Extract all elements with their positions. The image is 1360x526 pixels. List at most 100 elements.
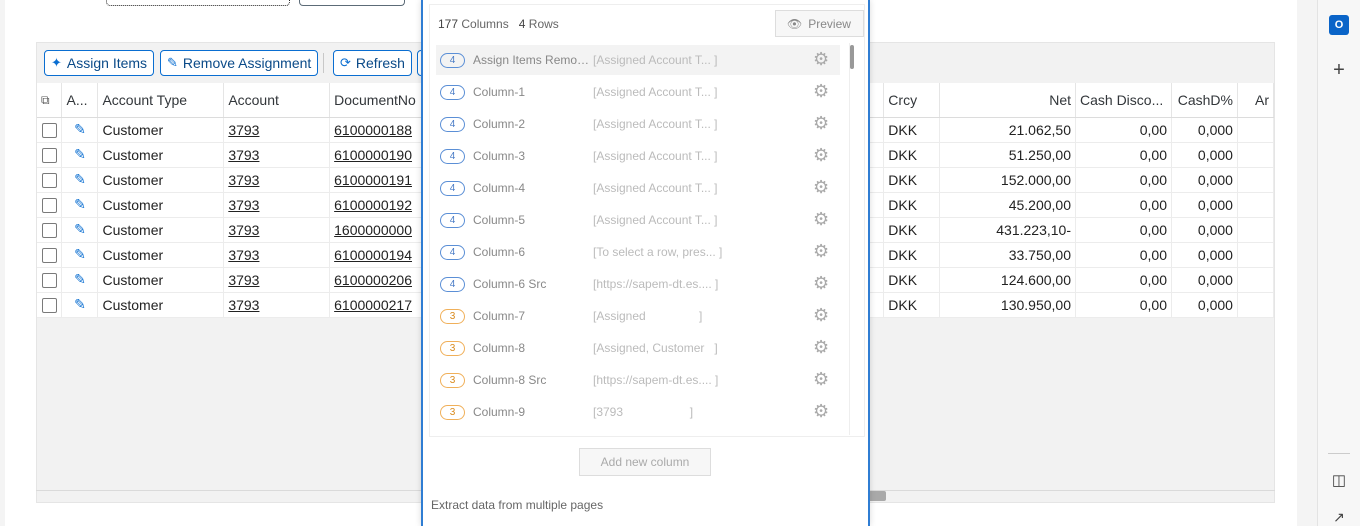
extract-multiple-pages-link[interactable]: Extract data from multiple pages <box>431 498 603 512</box>
add-new-column-button[interactable]: Add new column <box>579 448 711 476</box>
column-name[interactable]: Column-3 <box>473 149 591 163</box>
net-amount-cell: 33.750,00 <box>939 242 1076 268</box>
currency-cell: DKK <box>883 142 941 168</box>
outlook-icon[interactable]: O <box>1329 15 1349 35</box>
account-link-text[interactable]: 3793 <box>228 197 259 213</box>
row-checkbox[interactable] <box>41 297 57 313</box>
column-list-item[interactable]: 3 Column-7 [Assigned ] ⚙ <box>436 301 840 331</box>
gear-icon[interactable]: ⚙ <box>813 145 829 166</box>
header-account-type[interactable]: Account Type <box>97 83 225 118</box>
refresh-button[interactable]: ⟳ Refresh <box>333 50 412 76</box>
document-number-link-text[interactable]: 1600000000 <box>334 222 412 238</box>
column-list-item[interactable]: 4 Column-1 [Assigned Account T... ] ⚙ <box>436 77 840 107</box>
account-link-text[interactable]: 3793 <box>228 147 259 163</box>
account-link-text[interactable]: 3793 <box>228 272 259 288</box>
gear-icon[interactable]: ⚙ <box>813 273 829 294</box>
edit-pencil-icon[interactable]: ✎ <box>74 171 86 187</box>
column-list-item[interactable]: 4 Column-2 [Assigned Account T... ] ⚙ <box>436 109 840 139</box>
panel-toggle-icon[interactable]: ◫ <box>1328 469 1350 491</box>
gear-icon[interactable]: ⚙ <box>813 369 829 390</box>
column-list-item[interactable]: 4 Column-6 [To select a row, pres... ] ⚙ <box>436 237 840 267</box>
row-checkbox[interactable] <box>41 197 57 213</box>
header-ar[interactable]: Ar <box>1237 83 1274 118</box>
header-cashd-pct[interactable]: CashD% <box>1171 83 1238 118</box>
column-list-item[interactable]: 4 Column-6 Src [https://sapem-dt.es.... ] ⚙ <box>436 269 840 299</box>
column-list-item[interactable]: 3 Column-8 Src [https://sapem-dt.es.... ] ⚙ <box>436 365 840 395</box>
column-name[interactable]: Column-6 <box>473 245 591 259</box>
edit-pencil-icon[interactable]: ✎ <box>74 271 86 287</box>
gear-icon[interactable]: ⚙ <box>813 305 829 326</box>
document-number-link-text[interactable]: 6100000191 <box>334 172 412 188</box>
column-list-item[interactable]: 3 Column-9 [3793 ] ⚙ <box>436 397 840 427</box>
column-name[interactable]: Column-5 <box>473 213 591 227</box>
column-name[interactable]: Column-7 <box>473 309 591 323</box>
column-list-item[interactable]: 4 Column-5 [Assigned Account T... ] ⚙ <box>436 205 840 235</box>
row-checkbox[interactable] <box>41 122 57 138</box>
top-input-field[interactable] <box>106 0 290 6</box>
external-link-icon[interactable]: ↗ <box>1328 506 1350 526</box>
gear-icon[interactable]: ⚙ <box>813 241 829 262</box>
edit-pencil-icon[interactable]: ✎ <box>74 196 86 212</box>
row-checkbox[interactable] <box>41 172 57 188</box>
header-crcy[interactable]: Crcy <box>883 83 941 118</box>
row-checkbox[interactable] <box>41 222 57 238</box>
document-number-link-text[interactable]: 6100000194 <box>334 247 412 263</box>
horizontal-scrollbar-thumb[interactable] <box>868 491 886 501</box>
edit-pencil-icon[interactable]: ✎ <box>74 146 86 162</box>
header-a[interactable]: A... <box>61 83 99 118</box>
column-list-item[interactable]: 4 Assign Items Remov... [Assigned Account … <box>436 45 840 75</box>
gear-icon[interactable]: ⚙ <box>813 209 829 230</box>
column-name[interactable]: Column-6 Src <box>473 277 591 291</box>
header-cash-discount[interactable]: Cash Disco... <box>1075 83 1172 118</box>
edit-pencil-icon[interactable]: ✎ <box>74 121 86 137</box>
column-name[interactable]: Column-4 <box>473 181 591 195</box>
document-number-link-text[interactable]: 6100000190 <box>334 147 412 163</box>
row-edit-cell: ✎ <box>61 142 99 168</box>
header-net[interactable]: Net <box>939 83 1076 118</box>
account-link-text[interactable]: 3793 <box>228 297 259 313</box>
header-account[interactable]: Account <box>223 83 331 118</box>
add-icon[interactable]: + <box>1328 59 1350 81</box>
column-name[interactable]: Column-8 Src <box>473 373 591 387</box>
row-checkbox[interactable] <box>41 247 57 263</box>
column-list-item[interactable]: 3 Column-8 [Assigned, Customer ] ⚙ <box>436 333 840 363</box>
document-number-link-text[interactable]: 6100000192 <box>334 197 412 213</box>
net-amount-cell-text: 51.250,00 <box>1008 146 1071 163</box>
account-link-text[interactable]: 3793 <box>228 247 259 263</box>
column-name[interactable]: Column-8 <box>473 341 591 355</box>
gear-icon[interactable]: ⚙ <box>813 81 829 102</box>
column-list-item[interactable]: 4 Column-4 [Assigned Account T... ] ⚙ <box>436 173 840 203</box>
top-button[interactable] <box>299 0 405 6</box>
column-name[interactable]: Column-1 <box>473 85 591 99</box>
account-link-text[interactable]: 3793 <box>228 122 259 138</box>
row-checkbox[interactable] <box>41 147 57 163</box>
gear-icon[interactable]: ⚙ <box>813 401 829 422</box>
remove-assignment-button[interactable]: ✎ Remove Assignment <box>160 50 319 76</box>
net-amount-cell-text: 152.000,00 <box>1000 171 1071 188</box>
gear-icon[interactable]: ⚙ <box>813 337 829 358</box>
account-link-text[interactable]: 3793 <box>228 172 259 188</box>
edit-pencil-icon[interactable]: ✎ <box>74 221 86 237</box>
assign-items-button[interactable]: ✦ Assign Items <box>44 50 155 76</box>
column-list-item[interactable]: 4 Column-3 [Assigned Account T... ] ⚙ <box>436 141 840 171</box>
column-list-scroll-track <box>849 43 855 435</box>
row-checkbox[interactable] <box>41 272 57 288</box>
document-number-link-text[interactable]: 6100000217 <box>334 297 412 313</box>
column-name[interactable]: Column-9 <box>473 405 591 419</box>
document-number-link-text[interactable]: 6100000206 <box>334 272 412 288</box>
gear-icon[interactable]: ⚙ <box>813 113 829 134</box>
column-list-scrollbar[interactable] <box>850 45 854 69</box>
row-edit-cell: ✎ <box>61 192 99 218</box>
account-link-text[interactable]: 3793 <box>228 222 259 238</box>
select-all-icon: ⧉ <box>41 93 50 108</box>
preview-button[interactable]: 👁 Preview <box>775 10 864 37</box>
row-select-cell <box>37 167 63 193</box>
document-number-link-text[interactable]: 6100000188 <box>334 122 412 138</box>
column-name[interactable]: Column-2 <box>473 117 591 131</box>
column-name[interactable]: Assign Items Remov... <box>473 53 591 67</box>
gear-icon[interactable]: ⚙ <box>813 177 829 198</box>
select-all-header[interactable]: ⧉ <box>37 83 63 118</box>
edit-pencil-icon[interactable]: ✎ <box>74 296 86 312</box>
edit-pencil-icon[interactable]: ✎ <box>74 246 86 262</box>
gear-icon[interactable]: ⚙ <box>813 49 829 70</box>
